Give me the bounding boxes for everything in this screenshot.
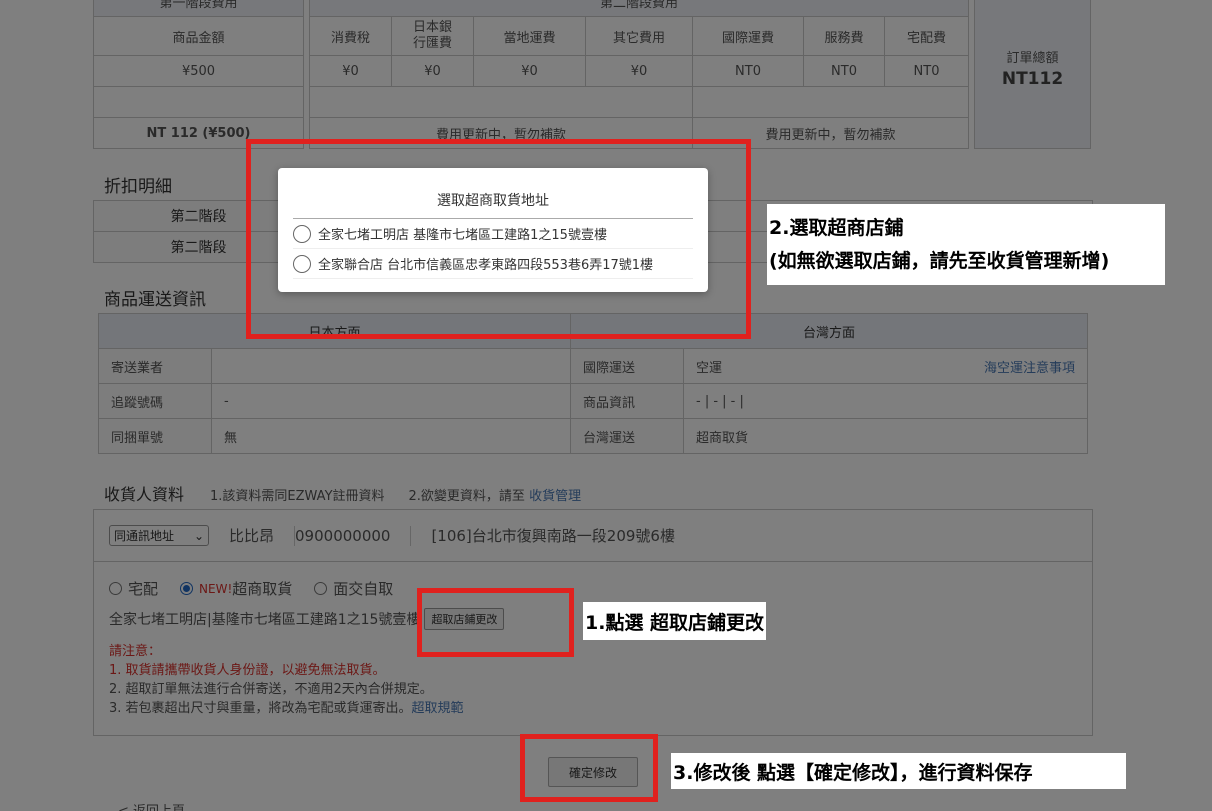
highlight-modal [246, 139, 751, 339]
callout-step3: 3.修改後 點選【確定修改】，進行資料保存 [671, 753, 1126, 789]
highlight-confirm [520, 734, 658, 802]
callout-step2: 2.選取超商店鋪 (如無欲選取店鋪，請先至收貨管理新增) [767, 204, 1165, 285]
modal-backdrop[interactable] [0, 0, 1212, 811]
callout-step1: 1.點選 超取店鋪更改 [583, 602, 767, 640]
highlight-change-store [417, 588, 574, 657]
